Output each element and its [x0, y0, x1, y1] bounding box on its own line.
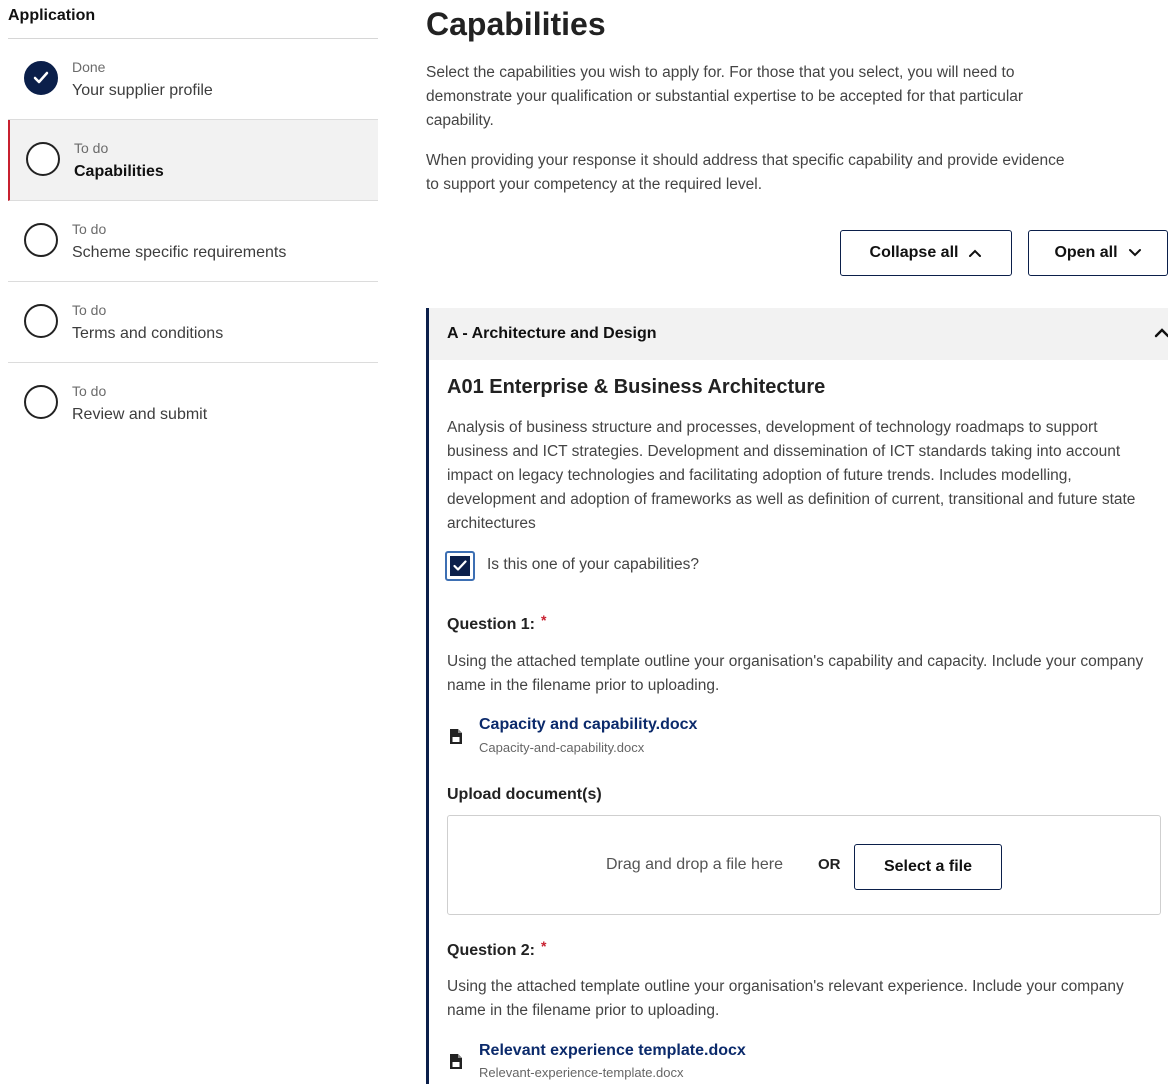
intro-paragraph-2: When providing your response it should a… [426, 149, 1168, 197]
step-label: Scheme specific requirements [72, 244, 287, 261]
step-status: Done [72, 59, 106, 75]
chevron-up-icon[interactable] [1153, 326, 1168, 340]
check-icon [450, 556, 470, 576]
step-review-and-submit[interactable]: To do Review and submit [8, 363, 378, 444]
file-name: Relevant-experience-template.docx [479, 1065, 684, 1080]
capability-checkbox[interactable] [445, 551, 475, 581]
page-title: Capabilities [426, 6, 606, 42]
step-label: Terms and conditions [72, 325, 224, 342]
file-name: Capacity-and-capability.docx [479, 740, 645, 755]
intro-line: to support your competency at the requir… [426, 176, 763, 193]
step-your-supplier-profile[interactable]: Done Your supplier profile [8, 39, 378, 120]
capacity-capability-template-link[interactable]: Capacity and capability.docx [479, 716, 697, 734]
intro-line: When providing your response it should a… [426, 152, 1065, 169]
intro-line: capability. [426, 112, 494, 129]
open-all-button[interactable]: Open all [1028, 230, 1168, 276]
question-2-label: Question 2: * [447, 938, 546, 960]
drop-text: Drag and drop a file here [606, 856, 783, 873]
capability-description: Analysis of business structure and proce… [447, 419, 1136, 532]
question-2-text: Using the attached template outline your… [447, 978, 1124, 1019]
required-marker: * [541, 612, 547, 628]
question-1-label-text: Question 1: [447, 616, 536, 633]
accordion-header[interactable]: A - Architecture and Design [429, 308, 1168, 360]
accordion-architecture-and-design: A - Architecture and Design A01 Enterpri… [426, 308, 1168, 1084]
step-terms-and-conditions[interactable]: To do Terms and conditions [8, 282, 378, 363]
drop-or: OR [818, 856, 841, 873]
collapse-all-label: Collapse all [869, 244, 959, 261]
step-label: Capabilities [74, 163, 164, 180]
intro-line: demonstrate your qualification or substa… [426, 88, 1024, 105]
accordion-title: A - Architecture and Design [447, 325, 657, 342]
step-label: Review and submit [72, 406, 208, 423]
capability-checkbox-label: Is this one of your capabilities? [487, 556, 699, 573]
step-status: To do [74, 140, 109, 156]
sidebar-title: Application [8, 7, 96, 24]
relevant-experience-template-link[interactable]: Relevant experience template.docx [479, 1042, 746, 1060]
step-todo-circle-icon [24, 385, 58, 419]
collapse-all-button[interactable]: Collapse all [840, 230, 1012, 276]
select-file-button[interactable]: Select a file [854, 844, 1002, 890]
capability-title: A01 Enterprise & Business Architecture [447, 376, 826, 398]
intro-paragraph-1: Select the capabilities you wish to appl… [426, 61, 1168, 133]
step-todo-circle-icon [24, 304, 58, 338]
chevron-up-icon [969, 249, 982, 257]
step-label: Your supplier profile [72, 82, 213, 99]
document-icon [450, 729, 462, 744]
step-todo-circle-icon [26, 142, 60, 176]
step-status: To do [72, 221, 107, 237]
chevron-down-icon [1128, 249, 1141, 257]
open-all-label: Open all [1054, 244, 1118, 261]
question-1-label: Question 1: * [447, 612, 546, 634]
document-icon [450, 1054, 462, 1069]
step-status: To do [72, 302, 107, 318]
step-todo-circle-icon [24, 223, 58, 257]
intro-line: Select the capabilities you wish to appl… [426, 64, 1015, 81]
file-dropzone[interactable]: Drag and drop a file here OR Select a fi… [447, 815, 1161, 915]
upload-documents-label: Upload document(s) [447, 786, 602, 803]
step-status: To do [72, 383, 107, 399]
question-1-text: Using the attached template outline your… [447, 653, 1144, 694]
question-2-label-text: Question 2: [447, 942, 536, 959]
step-scheme-specific-requirements[interactable]: To do Scheme specific requirements [8, 201, 378, 282]
step-done-check-icon [24, 61, 58, 95]
step-capabilities[interactable]: To do Capabilities [8, 120, 378, 201]
required-marker: * [541, 938, 547, 954]
